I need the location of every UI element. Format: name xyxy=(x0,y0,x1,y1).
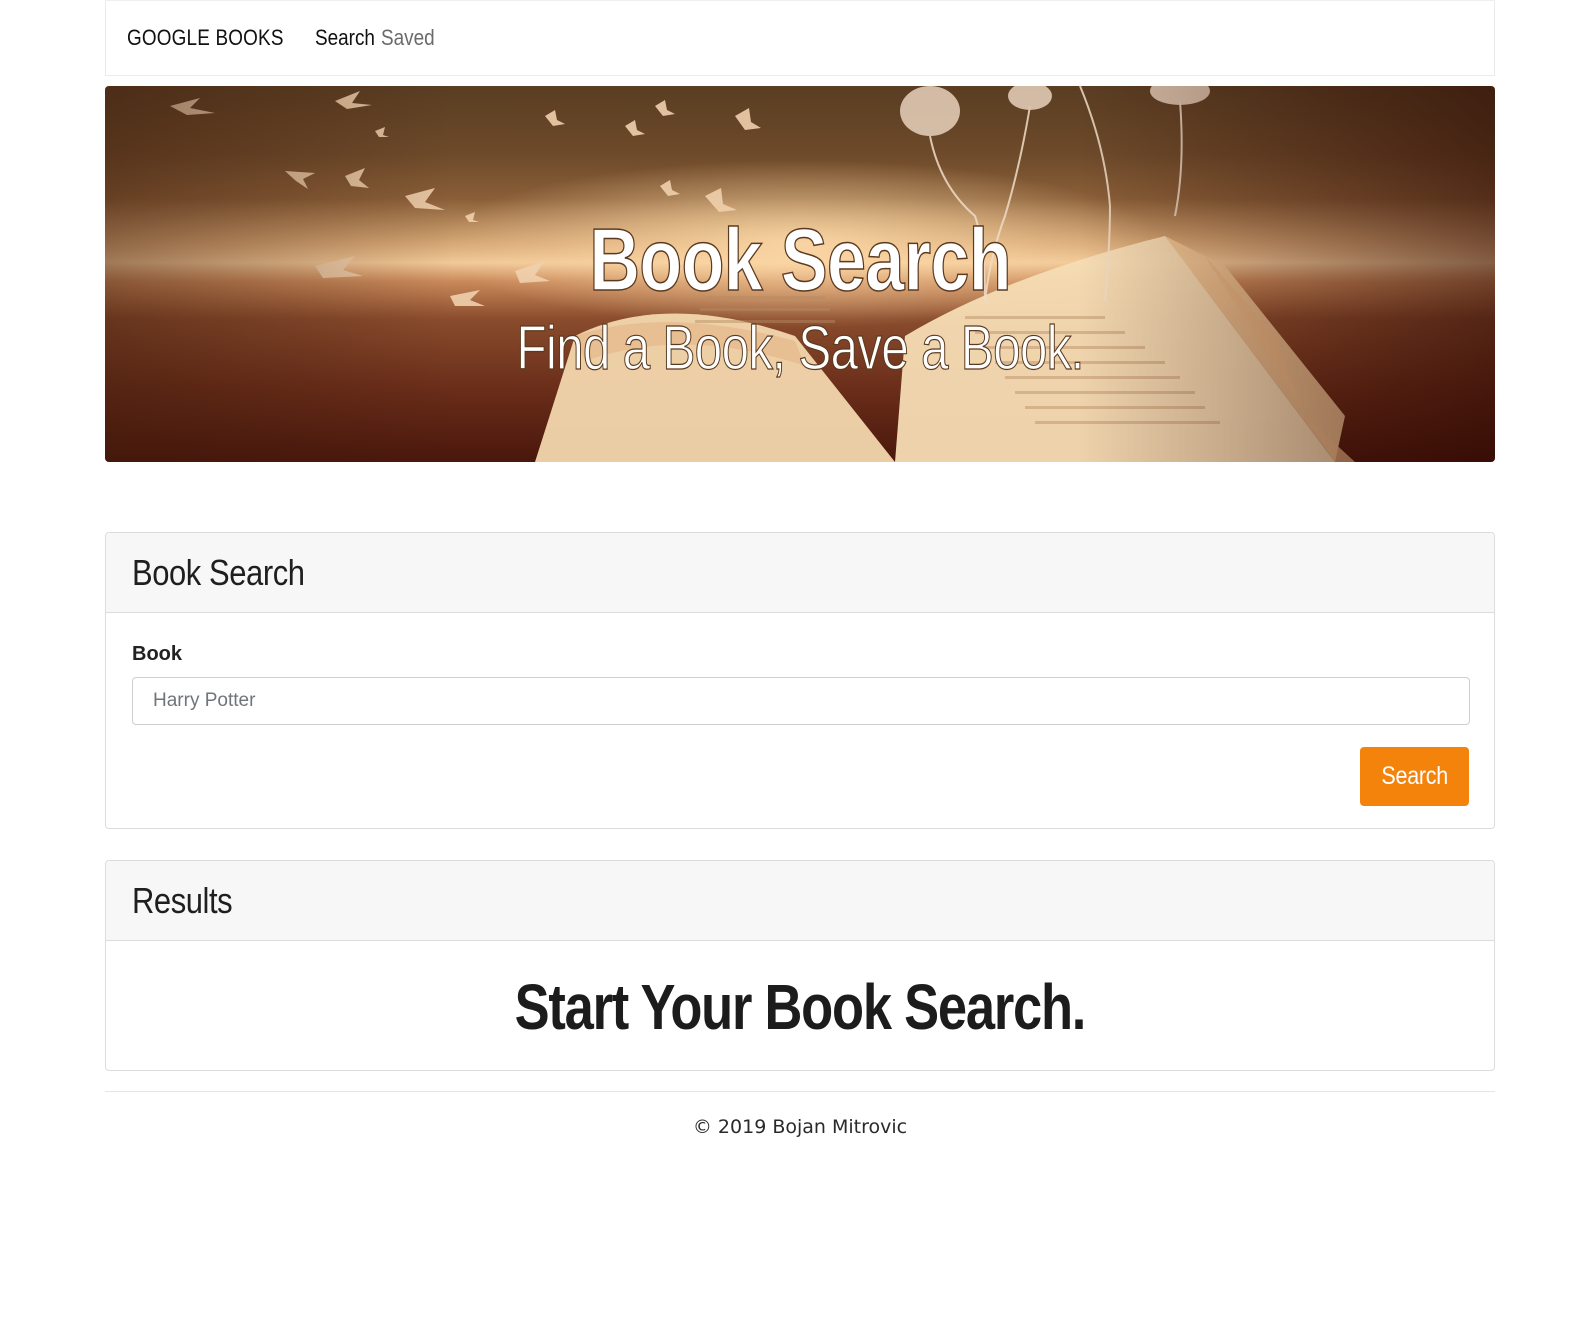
results-card-header: Results xyxy=(106,861,1494,941)
hero-banner: Book Search Find a Book, Save a Book. xyxy=(105,86,1495,462)
nav-link-search[interactable]: Search xyxy=(315,25,375,51)
page-container: GOOGLE BOOKS Search Saved Book Search Fi… xyxy=(105,0,1495,1138)
search-button-label: Search xyxy=(1381,762,1448,790)
book-search-card-header: Book Search xyxy=(106,533,1494,613)
brand-link[interactable]: GOOGLE BOOKS xyxy=(127,25,284,51)
book-search-card: Book Search Book Search xyxy=(105,532,1495,829)
results-empty-message: Start Your Book Search. xyxy=(514,971,1087,1043)
book-field-label: Book xyxy=(132,643,182,665)
nav-link-saved[interactable]: Saved xyxy=(381,25,435,51)
book-search-input[interactable] xyxy=(132,677,1470,725)
footer-copyright: © 2019 Bojan Mitrovic xyxy=(692,1116,908,1138)
book-search-card-title: Book Search xyxy=(132,551,305,593)
hero-subtitle: Find a Book, Save a Book. xyxy=(516,314,1085,383)
results-body: Start Your Book Search. xyxy=(106,941,1494,1070)
book-search-form: Book Search xyxy=(106,613,1494,828)
results-card-title: Results xyxy=(132,879,233,921)
results-card: Results Start Your Book Search. xyxy=(105,860,1495,1071)
navbar: GOOGLE BOOKS Search Saved xyxy=(105,0,1495,76)
search-button[interactable]: Search xyxy=(1360,747,1469,806)
footer: © 2019 Bojan Mitrovic xyxy=(105,1091,1495,1138)
hero-title: Book Search xyxy=(589,210,1013,309)
